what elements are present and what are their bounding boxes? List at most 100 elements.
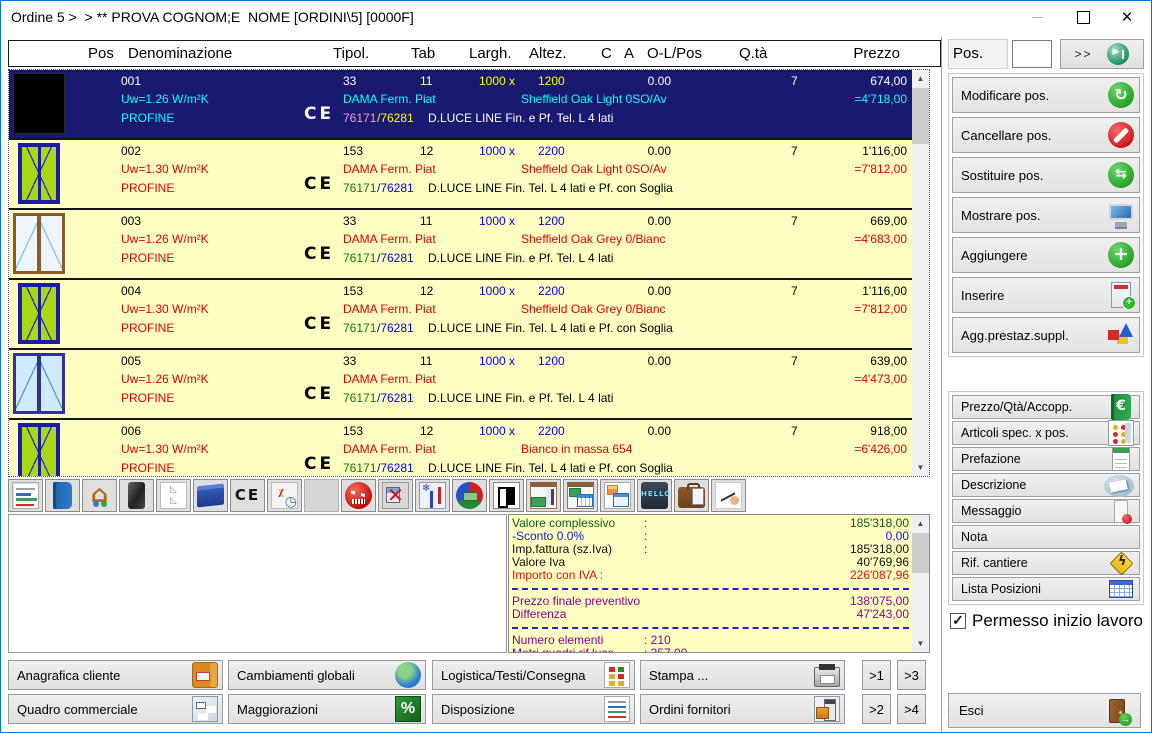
- add-suppl-services-button[interactable]: Agg.prestaz.suppl.: [952, 317, 1140, 353]
- row-tipol: 153: [343, 424, 363, 439]
- anagrafica-cliente-button[interactable]: Anagrafica cliente: [8, 660, 223, 690]
- modify-position-button[interactable]: Modificare pos.: [952, 77, 1140, 113]
- site-sign-icon: [1108, 550, 1134, 576]
- row-article-2: /76281: [377, 111, 414, 126]
- table-row[interactable]: 006 153 12 1000 x 2200 0.00 7 918,00 Uw=…: [9, 420, 914, 477]
- show-position-button[interactable]: Mostrare pos.: [952, 197, 1140, 233]
- row-color: Sheffield Oak Grey 0/Bianc: [521, 232, 666, 247]
- scroll-down-button[interactable]: ▼: [912, 459, 929, 476]
- scroll-icon: [1104, 475, 1134, 497]
- position-list[interactable]: 001 33 11 1000 x 1200 0.00 7 674,00 Uw=1…: [8, 69, 930, 477]
- row-prezzo: 639,00: [870, 354, 907, 369]
- stampa-button[interactable]: Stampa ...: [640, 660, 845, 690]
- toolbar-document-table-button[interactable]: [600, 479, 635, 512]
- table-row[interactable]: 002 153 12 1000 x 2200 0.00 7 1'116,00 U…: [9, 140, 914, 210]
- summary-scroll-thumb[interactable]: [912, 533, 929, 573]
- goto-position-button[interactable]: >>: [1060, 39, 1144, 69]
- suitcase-clipboard-icon: [678, 487, 705, 508]
- position-list-button[interactable]: Lista Posizioni: [952, 577, 1140, 601]
- button-label: Prefazione: [961, 452, 1108, 466]
- row-brand: PROFINE: [121, 321, 174, 336]
- toolbar: [8, 479, 748, 512]
- toolbar-ce-mark-button[interactable]: [230, 479, 265, 512]
- insert-position-button[interactable]: Inserire: [952, 277, 1140, 313]
- close-button[interactable]: ✕: [1105, 1, 1149, 33]
- row-qta: 7: [791, 74, 798, 89]
- message-button[interactable]: Messaggio: [952, 499, 1140, 523]
- add-position-button[interactable]: Aggiungere: [952, 237, 1140, 273]
- window-title: Ordine 5 > > ** PROVA COGNOM;E NOME [ORD…: [11, 9, 414, 25]
- row-tipol: 153: [343, 284, 363, 299]
- book-icon: [53, 482, 72, 509]
- ce-mark: CE: [304, 247, 334, 262]
- preface-button[interactable]: Prefazione: [952, 447, 1140, 471]
- toolbar-hello-monitor-button[interactable]: [637, 479, 672, 512]
- toolbar-position-list-button[interactable]: [8, 479, 43, 512]
- logistica-testi-consegna-button[interactable]: Logistica/Testi/Consegna: [432, 660, 635, 690]
- scroll-thumb[interactable]: [912, 88, 929, 144]
- list-scrollbar[interactable]: ▲ ▼: [912, 70, 929, 476]
- toolbar-signature-hand-button[interactable]: [711, 479, 746, 512]
- scroll-up-button[interactable]: ▲: [912, 70, 929, 87]
- toolbar-frame-drawings-button[interactable]: [156, 479, 191, 512]
- minimize-button[interactable]: [1015, 1, 1059, 33]
- exit-button[interactable]: Esci: [948, 693, 1141, 728]
- hello-monitor-icon: [641, 482, 668, 509]
- disposizione-button[interactable]: Disposizione: [432, 694, 635, 724]
- toolbar-container-button[interactable]: [193, 479, 228, 512]
- row-description: D.LUCE LINE Fin. e Pf. Tel. L 4 lati: [428, 251, 613, 266]
- goto-3-button[interactable]: >3: [897, 660, 926, 690]
- toolbar-suitcase-clipboard-button[interactable]: [674, 479, 709, 512]
- button-label: Descrizione: [961, 478, 1104, 492]
- goto-1-button[interactable]: >1: [862, 660, 891, 690]
- toolbar-chart-clock-button[interactable]: [267, 479, 302, 512]
- binder-icon: [128, 482, 145, 509]
- toolbar-door-frames-button[interactable]: [489, 479, 524, 512]
- toolbar-clipboard-table-button[interactable]: [563, 479, 598, 512]
- toolbar-no-image-button[interactable]: [378, 479, 413, 512]
- ce-mark: CE: [304, 107, 334, 122]
- maggiorazioni-button[interactable]: Maggiorazioni: [228, 694, 426, 724]
- permesso-checkbox[interactable]: ✓: [950, 613, 966, 629]
- toolbar-color-money-button[interactable]: [452, 479, 487, 512]
- position-input[interactable]: [1012, 40, 1052, 68]
- insert-calc-icon: [1111, 282, 1131, 308]
- maximize-button[interactable]: [1061, 1, 1105, 33]
- cambiamenti-globali-button[interactable]: Cambiamenti globali: [228, 660, 426, 690]
- modify-icon: [1108, 82, 1134, 108]
- toolbar-book-button[interactable]: [45, 479, 80, 512]
- goto-2-button[interactable]: >2: [862, 694, 891, 724]
- row-color: Bianco in massa 654: [521, 442, 632, 457]
- note-button[interactable]: Nota: [952, 525, 1140, 549]
- summary-scroll-up-button[interactable]: ▲: [912, 515, 929, 532]
- table-row[interactable]: 005 33 11 1000 x 1200 0.00 7 639,00 Uw=1…: [9, 350, 914, 420]
- table-row[interactable]: 004 153 12 1000 x 2200 0.00 7 1'116,00 U…: [9, 280, 914, 350]
- replace-position-button[interactable]: Sostituire pos.: [952, 157, 1140, 193]
- description-button[interactable]: Descrizione: [952, 473, 1140, 497]
- price-qty-coupling-button[interactable]: Prezzo/Qtà/Accopp.: [952, 395, 1140, 419]
- toolbar-house-people-button[interactable]: [82, 479, 117, 512]
- row-olpos: 0.00: [648, 284, 671, 299]
- toolbar-clipboard-money-button[interactable]: [526, 479, 561, 512]
- preview-panel: [8, 514, 507, 653]
- toolbar-binder-button[interactable]: [119, 479, 154, 512]
- goto-4-button[interactable]: >4: [897, 694, 926, 724]
- ordini-fornitori-button[interactable]: Ordini fornitori: [640, 694, 845, 724]
- site-reference-button[interactable]: Rif. cantiere: [952, 551, 1140, 575]
- button-label: Ordini fornitori: [649, 702, 814, 717]
- delete-position-button[interactable]: Cancellare pos.: [952, 117, 1140, 153]
- special-articles-button[interactable]: Articoli spec. x pos.: [952, 421, 1140, 445]
- row-prezzo: 674,00: [870, 74, 907, 89]
- table-row[interactable]: 003 33 11 1000 x 1200 0.00 7 669,00 Uw=1…: [9, 210, 914, 280]
- spec-table-icon: [1108, 420, 1134, 446]
- quadro-commerciale-button[interactable]: Quadro commerciale: [8, 694, 223, 724]
- table-row[interactable]: 001 33 11 1000 x 1200 0.00 7 674,00 Uw=1…: [9, 70, 914, 140]
- ce-mark-icon: [234, 482, 261, 509]
- summary-line: Prezzo finale preventivo138'075,00: [512, 595, 909, 608]
- summary-scrollbar[interactable]: ▲ ▼: [912, 515, 929, 652]
- thermal-window-icon: [419, 482, 446, 509]
- summary-scroll-down-button[interactable]: ▼: [912, 635, 929, 652]
- toolbar-angry-face-button[interactable]: [341, 479, 376, 512]
- toolbar-thermal-window-button[interactable]: [415, 479, 450, 512]
- row-qta: 7: [791, 424, 798, 439]
